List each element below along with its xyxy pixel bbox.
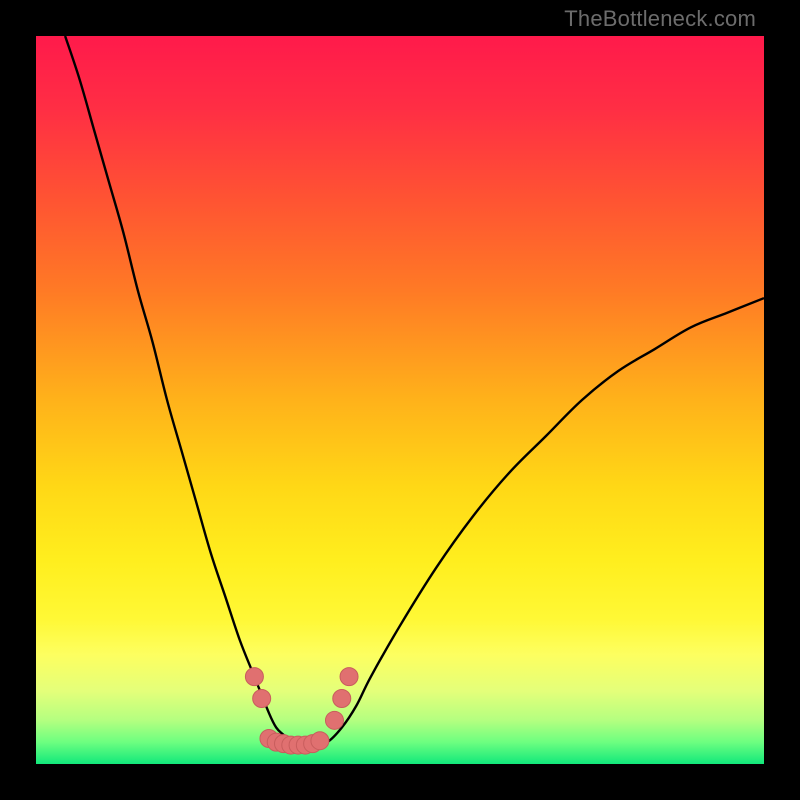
- data-marker: [245, 668, 263, 686]
- data-marker: [311, 732, 329, 750]
- data-marker: [325, 711, 343, 729]
- data-marker: [253, 689, 271, 707]
- chart-svg: [36, 36, 764, 764]
- outer-frame: TheBottleneck.com: [0, 0, 800, 800]
- gradient-background: [36, 36, 764, 764]
- data-marker: [340, 668, 358, 686]
- plot-area: [36, 36, 764, 764]
- data-marker: [333, 689, 351, 707]
- watermark-text: TheBottleneck.com: [564, 6, 756, 32]
